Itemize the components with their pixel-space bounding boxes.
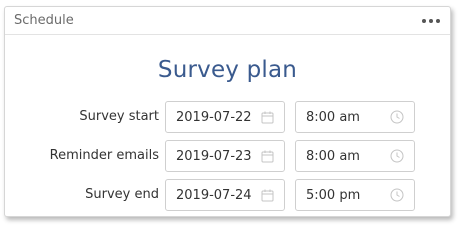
row-label: Survey start (79, 109, 159, 124)
survey-start-date-input[interactable]: 2019-07-22 (165, 101, 285, 133)
schedule-row-survey-start: Survey start 2019-07-22 8:00 am (5, 101, 450, 133)
more-options-button[interactable] (420, 12, 442, 30)
clock-icon[interactable] (390, 110, 404, 124)
schedule-panel: Schedule Survey plan Survey start 2019-0… (4, 6, 451, 217)
plan-title: Survey plan (157, 57, 298, 83)
panel-header: Schedule (5, 7, 450, 35)
calendar-icon[interactable] (260, 188, 274, 202)
survey-end-time-input[interactable]: 5:00 pm (295, 179, 415, 211)
clock-icon[interactable] (390, 149, 404, 163)
more-horizontal-icon (422, 18, 440, 23)
row-label: Survey end (85, 187, 159, 202)
schedule-row-reminder-emails: Reminder emails 2019-07-23 8:00 am (5, 140, 450, 172)
survey-start-time-input[interactable]: 8:00 am (295, 101, 415, 133)
time-value: 8:00 am (306, 109, 360, 125)
schedule-row-survey-end: Survey end 2019-07-24 5:00 pm (5, 179, 450, 211)
reminder-emails-time-input[interactable]: 8:00 am (295, 140, 415, 172)
time-value: 8:00 am (306, 148, 360, 164)
calendar-icon[interactable] (260, 110, 274, 124)
date-value: 2019-07-23 (176, 148, 252, 164)
calendar-icon[interactable] (260, 149, 274, 163)
panel-title: Schedule (14, 13, 74, 28)
date-value: 2019-07-24 (176, 187, 252, 203)
row-label: Reminder emails (49, 148, 159, 163)
reminder-emails-date-input[interactable]: 2019-07-23 (165, 140, 285, 172)
clock-icon[interactable] (390, 188, 404, 202)
survey-end-date-input[interactable]: 2019-07-24 (165, 179, 285, 211)
date-value: 2019-07-22 (176, 109, 252, 125)
time-value: 5:00 pm (306, 187, 361, 203)
